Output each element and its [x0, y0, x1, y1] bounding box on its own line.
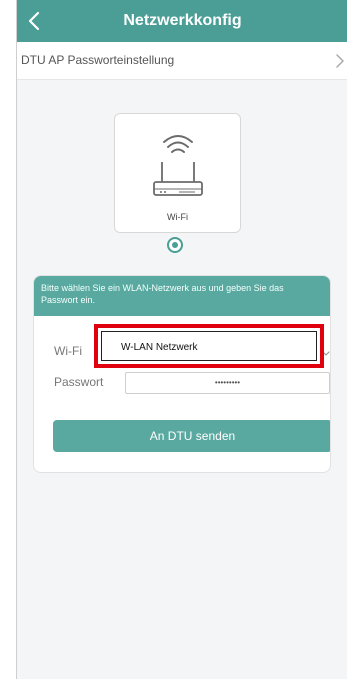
notice-text: Bitte wählen Sie ein WLAN-Netzwerk aus u… — [41, 283, 284, 305]
wifi-router-icon — [149, 124, 207, 204]
page-title: Netzwerkkonfig — [123, 12, 242, 29]
app-header: Netzwerkkonfig — [17, 0, 347, 42]
notice-bar: Bitte wählen Sie ein WLAN-Netzwerk aus u… — [34, 276, 330, 316]
wifi-field-label: Wi-Fi — [54, 344, 82, 358]
wifi-config-panel: Bitte wählen Sie ein WLAN-Netzwerk aus u… — [33, 275, 331, 473]
radio-selected-dot — [172, 242, 178, 248]
chevron-right-icon — [334, 53, 346, 69]
send-to-dtu-button[interactable]: An DTU senden — [53, 420, 330, 452]
wifi-network-highlight[interactable]: W-LAN Netzwerk — [94, 324, 324, 368]
device-radio-button[interactable] — [167, 237, 183, 253]
wifi-network-value-box: W-LAN Netzwerk — [101, 331, 317, 361]
wifi-network-value: W-LAN Netzwerk — [121, 342, 198, 353]
settings-row-label: DTU AP Passworteinstellung — [21, 53, 175, 67]
app-frame: Netzwerkkonfig DTU AP Passworteinstellun… — [0, 0, 347, 679]
wifi-device-card[interactable]: Wi-Fi — [114, 113, 241, 233]
dtu-ap-password-settings-row[interactable]: DTU AP Passworteinstellung — [17, 42, 347, 80]
password-input[interactable]: ••••••••• — [125, 372, 330, 394]
device-label: Wi-Fi — [167, 212, 188, 222]
password-field-label: Passwort — [54, 375, 104, 389]
